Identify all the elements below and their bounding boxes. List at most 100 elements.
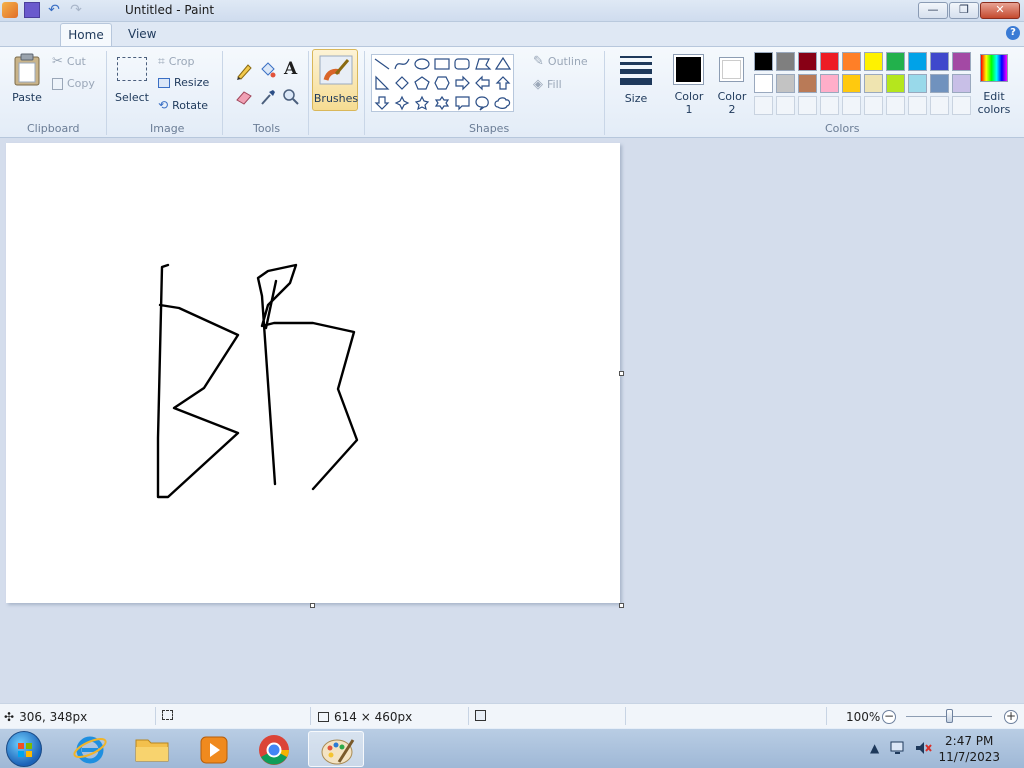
- taskbar-internet-explorer[interactable]: [62, 731, 118, 767]
- taskbar-chrome[interactable]: [246, 731, 302, 767]
- palette-swatch[interactable]: [864, 52, 883, 71]
- cut-button[interactable]: ✂ Cut: [52, 54, 86, 69]
- resize-handle-right[interactable]: [619, 371, 624, 376]
- ribbon-tabs: Home View ?: [0, 22, 1024, 46]
- outline-button[interactable]: ✎ Outline: [533, 54, 588, 69]
- color2-button[interactable]: Color 2: [712, 51, 752, 117]
- palette-custom-slot[interactable]: [798, 96, 817, 115]
- select-button[interactable]: Select: [112, 51, 152, 105]
- crosshair-icon: ✣: [4, 710, 15, 724]
- edit-colors-button[interactable]: Edit colors: [976, 51, 1012, 117]
- text-tool-icon[interactable]: A: [284, 59, 297, 79]
- five-point-star-shape-icon: [414, 95, 430, 111]
- oval-shape-icon: [414, 58, 430, 70]
- palette-swatch[interactable]: [930, 74, 949, 93]
- show-hidden-icons-button[interactable]: ▲: [870, 741, 879, 755]
- copy-button[interactable]: Copy: [52, 77, 95, 90]
- brush-icon: [319, 55, 353, 85]
- palette-swatch[interactable]: [952, 52, 971, 71]
- crop-button[interactable]: ⌗ Crop: [158, 54, 194, 69]
- palette-swatch[interactable]: [798, 74, 817, 93]
- palette-swatch[interactable]: [798, 52, 817, 71]
- palette-swatch[interactable]: [908, 52, 927, 71]
- palette-swatch[interactable]: [842, 52, 861, 71]
- eraser-icon[interactable]: [235, 89, 253, 105]
- fill-bucket-icon[interactable]: [258, 61, 276, 79]
- help-icon[interactable]: ?: [1006, 26, 1020, 40]
- right-triangle-shape-icon: [375, 75, 390, 90]
- palette-swatch[interactable]: [820, 52, 839, 71]
- save-icon[interactable]: [24, 2, 40, 18]
- quick-access-toolbar: ↶ ↷: [2, 2, 84, 18]
- paint-app-icon[interactable]: [2, 2, 18, 18]
- palette-swatch[interactable]: [776, 52, 795, 71]
- close-button[interactable]: ✕: [980, 2, 1020, 19]
- separator: [106, 51, 107, 135]
- palette-swatch[interactable]: [930, 52, 949, 71]
- volume-muted-icon[interactable]: [914, 740, 932, 756]
- paste-button[interactable]: Paste: [8, 51, 46, 105]
- pencil-icon[interactable]: [235, 62, 253, 80]
- palette-custom-slot[interactable]: [930, 96, 949, 115]
- rotate-button[interactable]: ⟲ Rotate: [158, 98, 208, 112]
- zoom-in-button[interactable]: +: [1004, 710, 1018, 724]
- taskbar: ▲ 2:47 PM 11/7/2023: [0, 728, 1024, 768]
- palette-custom-slot[interactable]: [886, 96, 905, 115]
- zoom-slider-thumb[interactable]: [946, 709, 953, 723]
- palette-custom-slot[interactable]: [754, 96, 773, 115]
- palette-swatch[interactable]: [864, 74, 883, 93]
- palette-swatch[interactable]: [886, 52, 905, 71]
- copy-icon: [52, 77, 63, 90]
- palette-swatch[interactable]: [776, 74, 795, 93]
- resize-handle-corner[interactable]: [619, 603, 624, 608]
- size-button[interactable]: Size: [614, 51, 658, 107]
- separator: [222, 51, 223, 135]
- palette-swatch[interactable]: [952, 74, 971, 93]
- clipboard-group-label: Clipboard: [27, 122, 80, 135]
- palette-custom-slot[interactable]: [776, 96, 795, 115]
- color1-button[interactable]: Color 1: [669, 51, 709, 117]
- palette-swatch[interactable]: [886, 74, 905, 93]
- palette-swatch[interactable]: [908, 74, 927, 93]
- taskbar-file-explorer[interactable]: [124, 731, 180, 767]
- canvas-size: 614 × 460px: [318, 710, 412, 724]
- palette-swatch[interactable]: [754, 74, 773, 93]
- undo-icon[interactable]: ↶: [46, 2, 62, 18]
- resize-button[interactable]: Resize: [158, 76, 209, 89]
- resize-handle-bottom[interactable]: [310, 603, 315, 608]
- status-divider: [155, 707, 156, 725]
- rotate-icon: ⟲: [158, 98, 169, 112]
- start-button[interactable]: [6, 731, 42, 767]
- palette-swatch[interactable]: [820, 74, 839, 93]
- zoom-in-icon: +: [1004, 709, 1018, 724]
- zoom-out-button[interactable]: −: [882, 710, 896, 724]
- redo-icon[interactable]: ↷: [68, 2, 84, 18]
- drawing-canvas[interactable]: [6, 143, 620, 603]
- taskbar-paint[interactable]: [308, 731, 364, 767]
- tab-view[interactable]: View: [128, 27, 156, 41]
- maximize-button[interactable]: ❐: [949, 2, 979, 19]
- copy-label: Copy: [67, 77, 95, 90]
- palette-custom-slot[interactable]: [820, 96, 839, 115]
- palette-swatch[interactable]: [842, 74, 861, 93]
- shapes-gallery[interactable]: [371, 54, 514, 112]
- palette-custom-slot[interactable]: [842, 96, 861, 115]
- status-divider: [468, 707, 469, 725]
- palette-swatch[interactable]: [754, 52, 773, 71]
- line-shape-icon: [374, 58, 390, 70]
- magnifier-icon[interactable]: [282, 88, 300, 106]
- minimize-button[interactable]: —: [918, 2, 948, 19]
- color2-label-bottom: 2: [728, 103, 736, 116]
- canvas-size-icon: [318, 712, 329, 722]
- brushes-button[interactable]: Brushes: [312, 49, 358, 111]
- taskbar-media-player[interactable]: [186, 731, 242, 767]
- tab-home[interactable]: Home: [60, 23, 112, 46]
- fill-button[interactable]: ◈ Fill: [533, 77, 562, 92]
- system-clock[interactable]: 2:47 PM 11/7/2023: [938, 733, 1000, 765]
- color-picker-icon[interactable]: [259, 88, 277, 106]
- select-label: Select: [115, 91, 149, 104]
- network-icon[interactable]: [890, 740, 908, 756]
- palette-custom-slot[interactable]: [864, 96, 883, 115]
- palette-custom-slot[interactable]: [952, 96, 971, 115]
- palette-custom-slot[interactable]: [908, 96, 927, 115]
